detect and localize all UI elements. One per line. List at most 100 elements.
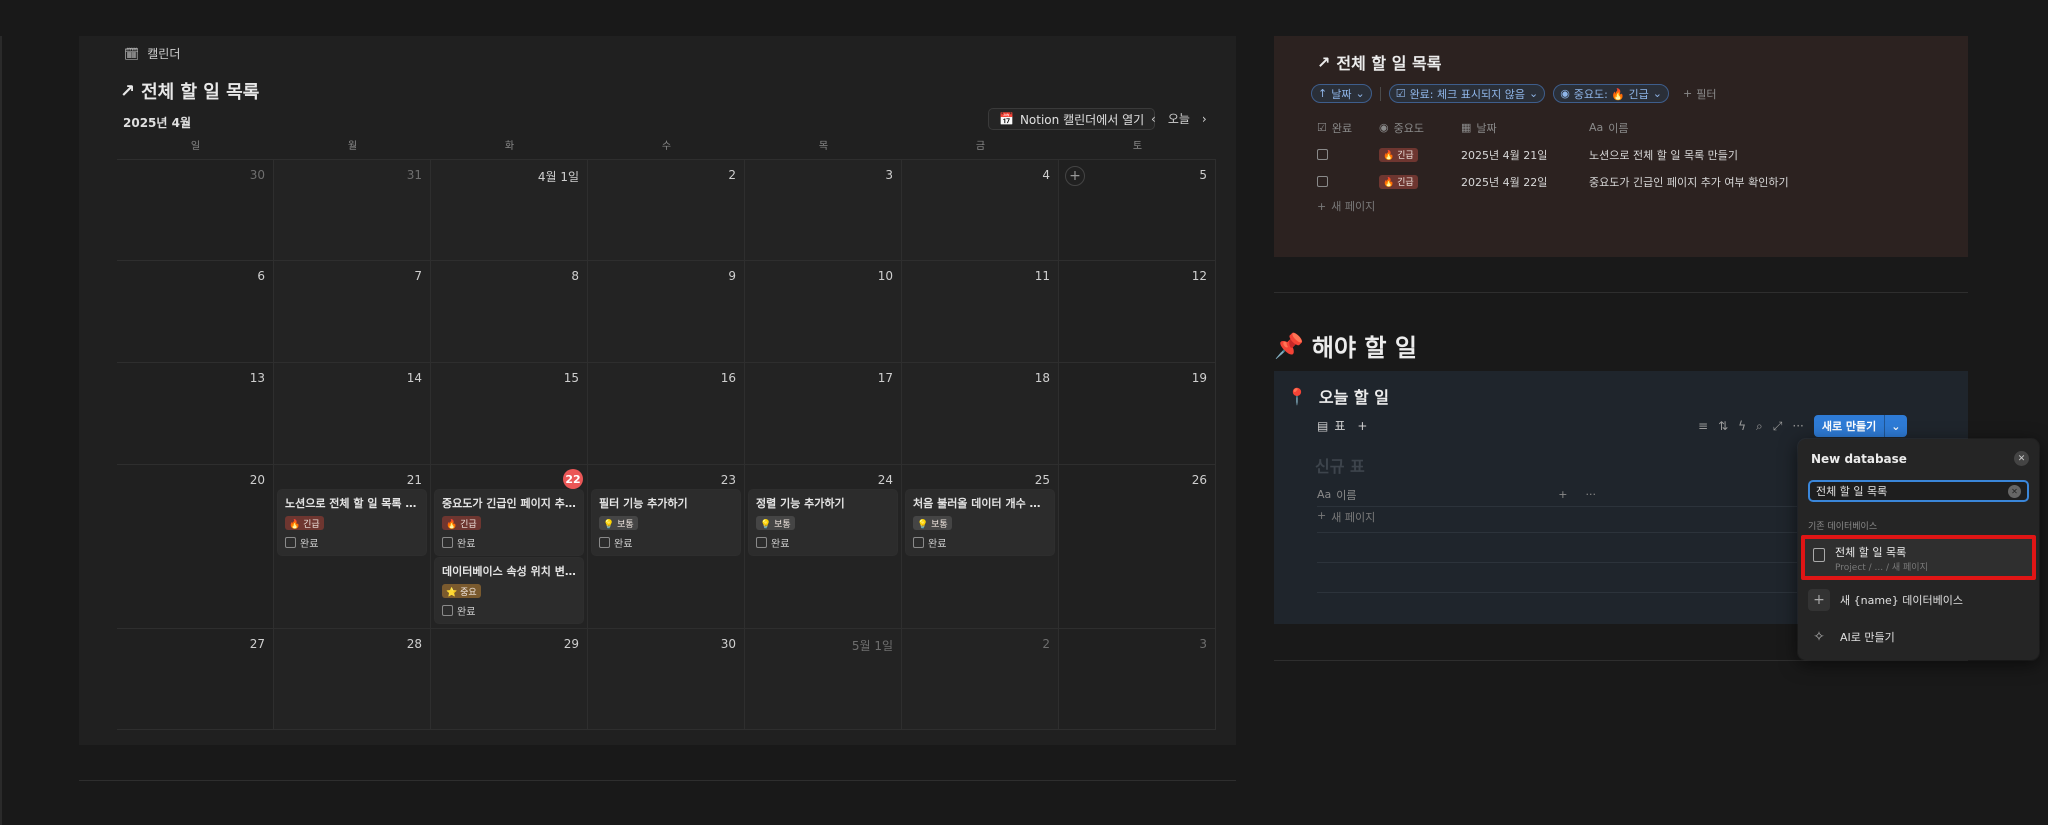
table-view-tab[interactable]: ▤ 표	[1317, 417, 1345, 434]
calendar-day[interactable]: 17	[745, 363, 902, 464]
add-view-icon[interactable]: +	[1357, 419, 1367, 433]
calendar-day[interactable]: 25 처음 불러올 데이터 개수 지... 💡 보통 완료	[902, 465, 1059, 628]
column-header[interactable]: 날짜	[1476, 120, 1496, 136]
calendar-day[interactable]: 10	[745, 261, 902, 362]
close-icon[interactable]: ✕	[2014, 451, 2029, 466]
calendar-day[interactable]: 21 노션으로 전체 할 일 목록 만... 🔥 긴급 완료	[274, 465, 431, 628]
event-card[interactable]: 처음 불러올 데이터 개수 지... 💡 보통 완료	[906, 490, 1054, 555]
calendar-day[interactable]: 11	[902, 261, 1059, 362]
calendar-day[interactable]: 9	[588, 261, 745, 362]
calendar-day[interactable]: 31	[274, 160, 431, 260]
done-checkbox-row[interactable]: 완료	[599, 535, 733, 550]
calendar-day[interactable]: 8	[431, 261, 588, 362]
todo-db-title[interactable]: 📍 오늘 할 일	[1287, 384, 1389, 408]
new-page-button[interactable]: + 새 페이지	[1317, 509, 1375, 525]
done-checkbox-row[interactable]: 완료	[756, 535, 890, 550]
chevron-down-icon[interactable]: ⌄	[1885, 420, 1906, 433]
calendar-day[interactable]: 12	[1059, 261, 1216, 362]
checkbox[interactable]	[285, 536, 296, 548]
column-header[interactable]: 이름	[1608, 120, 1628, 136]
filter-icon[interactable]: ≡	[1698, 419, 1708, 433]
day-number: 3	[885, 168, 893, 182]
priority-filter-chip[interactable]: ◉ 중요도: 🔥 긴급 ⌄	[1553, 84, 1670, 103]
column-header[interactable]: 중요도	[1394, 120, 1424, 136]
add-filter-button[interactable]: + 필터	[1677, 84, 1722, 103]
done-checkbox-row[interactable]: 완료	[442, 535, 576, 550]
event-card[interactable]: 노션으로 전체 할 일 목록 만... 🔥 긴급 완료	[278, 490, 426, 555]
calendar-view-tab[interactable]: 🗓 캘린더	[124, 45, 180, 62]
event-card[interactable]: 필터 기능 추가하기 💡 보통 완료	[592, 490, 740, 555]
search-icon[interactable]: ⌕	[1756, 419, 1763, 434]
done-filter-chip[interactable]: ☑ 완료: 체크 표시되지 않음 ⌄	[1388, 84, 1546, 103]
calendar-day[interactable]: 14	[274, 363, 431, 464]
expand-icon[interactable]: ⤢	[1773, 419, 1783, 434]
today-button[interactable]: 오늘	[1168, 110, 1190, 127]
checkbox[interactable]	[442, 604, 453, 616]
calendar-day[interactable]: 13	[117, 363, 274, 464]
calendar-day[interactable]: 24 정렬 기능 추가하기 💡 보통 완료	[745, 465, 902, 628]
calendar-day[interactable]: 18	[902, 363, 1059, 464]
create-with-ai-option[interactable]: ✧ AI로 만들기	[1808, 626, 1895, 648]
event-card[interactable]: 정렬 기능 추가하기 💡 보통 완료	[749, 490, 897, 555]
done-checkbox-row[interactable]: 완료	[442, 603, 576, 618]
sort-icon[interactable]: ⇅	[1718, 419, 1728, 433]
calendar-title[interactable]: ↗ 전체 할 일 목록	[120, 78, 259, 104]
name-cell[interactable]: 노션으로 전체 할 일 목록 만들기	[1589, 147, 1937, 163]
new-database-option[interactable]: + 새 {name} 데이터베이스	[1808, 589, 1963, 611]
new-button[interactable]: 새로 만들기 ⌄	[1813, 415, 1907, 437]
checkbox[interactable]	[913, 536, 924, 548]
checkbox[interactable]	[1317, 149, 1328, 160]
checkbox[interactable]	[442, 536, 453, 548]
calendar-day[interactable]: 20	[117, 465, 274, 628]
existing-database-option[interactable]: 전체 할 일 목록 Project / ... / 새 페이지	[1801, 535, 2036, 580]
calendar-day[interactable]: 3	[1059, 629, 1216, 729]
new-page-button[interactable]: + 새 페이지	[1317, 195, 1937, 217]
table-row[interactable]: 🔥 긴급 2025년 4월 21일 노션으로 전체 할 일 목록 만들기	[1317, 141, 1937, 168]
column-header[interactable]: 이름	[1336, 487, 1558, 503]
checkbox[interactable]	[1317, 176, 1328, 187]
calendar-day[interactable]: 27	[117, 629, 274, 729]
calendar-day[interactable]: 30	[588, 629, 745, 729]
calendar-day[interactable]: +5	[1059, 160, 1216, 260]
more-icon[interactable]: ···	[1792, 419, 1803, 433]
add-event-icon[interactable]: +	[1065, 166, 1085, 186]
calendar-day[interactable]: 29	[431, 629, 588, 729]
automation-icon[interactable]: ϟ	[1738, 419, 1746, 433]
calendar-day[interactable]: 2	[588, 160, 745, 260]
event-card[interactable]: 데이터베이스 속성 위치 변... ⭐ 중요 완료	[435, 558, 583, 623]
event-card[interactable]: 중요도가 긴급인 페이지 추... 🔥 긴급 완료	[435, 490, 583, 555]
calendar-day[interactable]: 4월 1일	[431, 160, 588, 260]
table-row[interactable]: 🔥 긴급 2025년 4월 22일 중요도가 긴급인 페이지 추가 여부 확인하…	[1317, 168, 1937, 195]
clear-input-icon[interactable]: ✕	[2008, 484, 2021, 498]
calendar-day[interactable]: 4	[902, 160, 1059, 260]
calendar-day[interactable]: 7	[274, 261, 431, 362]
calendar-day[interactable]: 23 필터 기능 추가하기 💡 보통 완료	[588, 465, 745, 628]
done-checkbox-row[interactable]: 완료	[285, 535, 419, 550]
database-search-input[interactable]: 전체 할 일 목록 ✕	[1808, 480, 2029, 502]
add-column-icon[interactable]: +	[1558, 488, 1567, 501]
checkbox[interactable]	[599, 536, 610, 548]
new-button-label[interactable]: 새로 만들기	[1814, 415, 1886, 437]
calendar-day[interactable]: 6	[117, 261, 274, 362]
calendar-day[interactable]: 15	[431, 363, 588, 464]
calendar-day[interactable]: 16	[588, 363, 745, 464]
open-in-notion-calendar-button[interactable]: 📅 Notion 캘린더에서 열기	[988, 108, 1156, 130]
calendar-day[interactable]: 5월 1일	[745, 629, 902, 729]
next-month-icon[interactable]: ›	[1202, 112, 1207, 126]
calendar-day[interactable]: 22 중요도가 긴급인 페이지 추... 🔥 긴급 완료 데이터베이스 속성 위…	[431, 465, 588, 628]
checkbox[interactable]	[756, 536, 767, 548]
linked-db-title[interactable]: ↗ 전체 할 일 목록	[1317, 50, 1441, 74]
calendar-day[interactable]: 19	[1059, 363, 1216, 464]
more-icon[interactable]: ···	[1585, 488, 1596, 501]
calendar-day[interactable]: 3	[745, 160, 902, 260]
untitled-table-placeholder[interactable]: 신규 표	[1315, 453, 1365, 477]
name-cell[interactable]: 중요도가 긴급인 페이지 추가 여부 확인하기	[1589, 174, 1937, 190]
calendar-day[interactable]: 30	[117, 160, 274, 260]
column-header[interactable]: 완료	[1332, 120, 1352, 136]
prev-month-icon[interactable]: ‹	[1151, 112, 1156, 126]
done-checkbox-row[interactable]: 완료	[913, 535, 1047, 550]
calendar-day[interactable]: 28	[274, 629, 431, 729]
sort-date-chip[interactable]: ↑ 날짜 ⌄	[1311, 84, 1372, 103]
calendar-day[interactable]: 26	[1059, 465, 1216, 628]
calendar-day[interactable]: 2	[902, 629, 1059, 729]
